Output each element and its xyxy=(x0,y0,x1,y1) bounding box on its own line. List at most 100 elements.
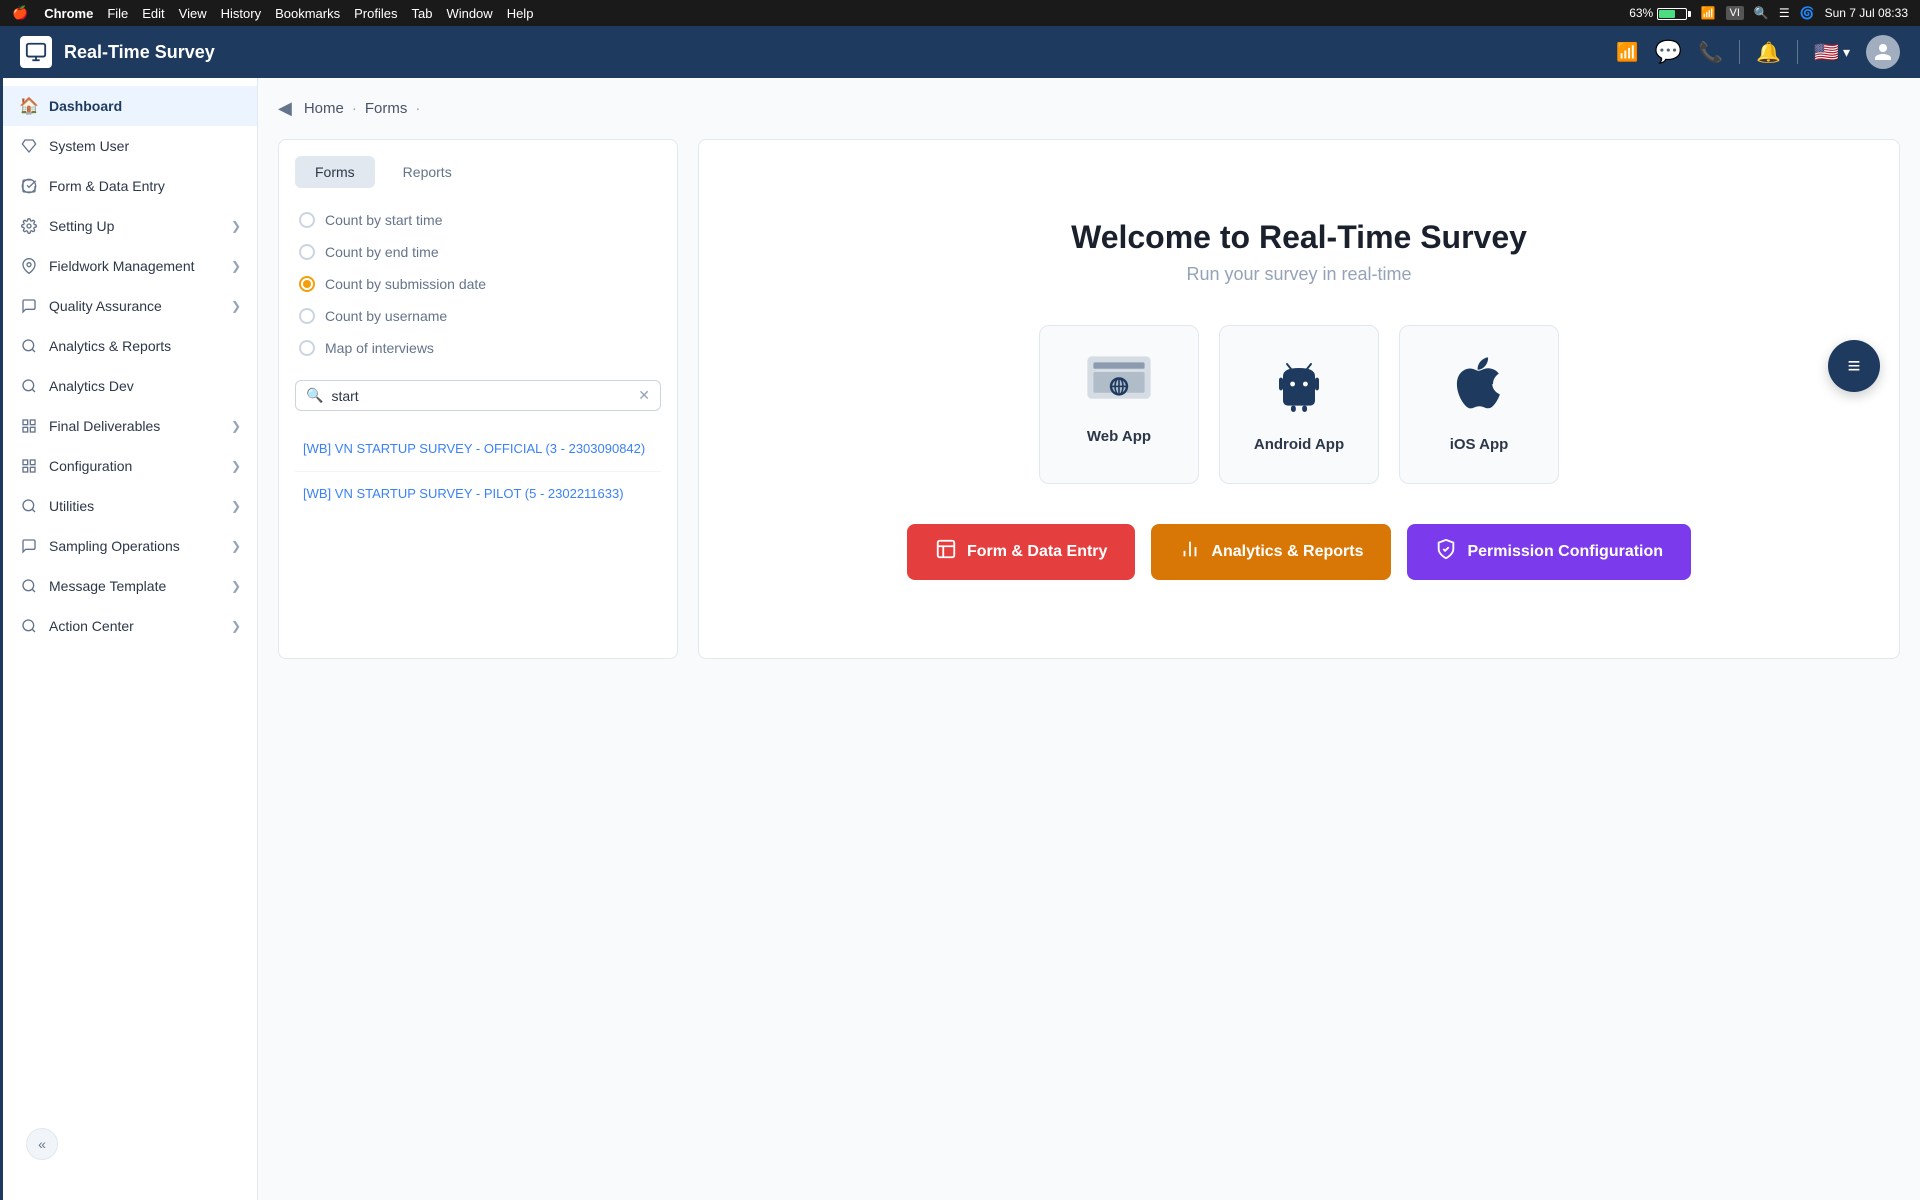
view-menu[interactable]: View xyxy=(179,6,207,21)
radio-circle-submission xyxy=(299,276,315,292)
wifi-icon: 📶 xyxy=(1701,6,1716,20)
sidebar-item-analytics[interactable]: Analytics & Reports xyxy=(0,326,257,366)
final-deliverables-icon xyxy=(19,416,39,436)
survey-item-2[interactable]: [WB] VN STARTUP SURVEY - PILOT (5 - 2302… xyxy=(295,472,661,516)
radio-submission-date[interactable]: Count by submission date xyxy=(295,268,661,300)
sidebar-item-system-user[interactable]: System User xyxy=(0,126,257,166)
sidebar-item-dashboard[interactable]: 🏠 Dashboard xyxy=(0,86,257,126)
chevron-right-icon-8: ❯ xyxy=(231,579,241,593)
permission-config-button[interactable]: Permission Configuration xyxy=(1407,524,1691,580)
sidebar-item-setting-up[interactable]: Setting Up ❯ xyxy=(0,206,257,246)
breadcrumb-home[interactable]: Home xyxy=(304,100,344,117)
sidebar-item-fieldwork[interactable]: Fieldwork Management ❯ xyxy=(0,246,257,286)
sidebar-item-sampling[interactable]: Sampling Operations ❯ xyxy=(0,526,257,566)
tab-forms[interactable]: Forms xyxy=(295,156,375,188)
siri-icon[interactable]: 🌀 xyxy=(1800,6,1815,20)
window-menu[interactable]: Window xyxy=(446,6,492,21)
apple-icon[interactable]: 🍎 xyxy=(12,5,28,21)
sidebar-item-form-data-entry[interactable]: Form & Data Entry xyxy=(0,166,257,206)
titlebar-separator-2 xyxy=(1797,40,1798,64)
sidebar-item-utilities[interactable]: Utilities ❯ xyxy=(0,486,257,526)
panel-tabs: Forms Reports xyxy=(295,156,661,188)
user-avatar[interactable] xyxy=(1866,35,1900,69)
bookmarks-menu[interactable]: Bookmarks xyxy=(275,6,340,21)
breadcrumb-forms[interactable]: Forms xyxy=(365,100,408,117)
search-input[interactable] xyxy=(331,388,630,404)
tab-menu[interactable]: Tab xyxy=(411,6,432,21)
clear-search-button[interactable]: ✕ xyxy=(638,387,650,404)
file-menu[interactable]: File xyxy=(107,6,128,21)
permission-config-label: Permission Configuration xyxy=(1467,543,1663,561)
form-data-entry-icon xyxy=(935,538,957,566)
chevron-right-icon-4: ❯ xyxy=(231,419,241,433)
ios-app-card[interactable]: iOS App xyxy=(1399,325,1559,484)
sidebar-collapse-button[interactable]: « xyxy=(26,1128,58,1160)
sidebar-label-configuration: Configuration xyxy=(49,458,221,474)
survey-item-1[interactable]: [WB] VN STARTUP SURVEY - OFFICIAL (3 - 2… xyxy=(295,427,661,472)
ios-app-icon xyxy=(1454,356,1504,424)
sidebar-item-quality[interactable]: Quality Assurance ❯ xyxy=(0,286,257,326)
dashboard-icon: 🏠 xyxy=(19,96,39,116)
app-titlebar: Real-Time Survey 📶 💬 📞 🔔 🇺🇸 ▾ xyxy=(0,26,1920,78)
main-layout: 🏠 Dashboard System User Form & Data Entr… xyxy=(0,78,1920,1200)
flag-dropdown[interactable]: 🇺🇸 ▾ xyxy=(1814,40,1850,65)
left-panel: Forms Reports Count by start time Count … xyxy=(278,139,678,659)
radio-end-time[interactable]: Count by end time xyxy=(295,236,661,268)
search-icon-menu[interactable]: 🔍 xyxy=(1754,6,1769,20)
radio-start-time[interactable]: Count by start time xyxy=(295,204,661,236)
profiles-menu[interactable]: Profiles xyxy=(354,6,397,21)
chevron-right-icon-6: ❯ xyxy=(231,499,241,513)
tab-reports[interactable]: Reports xyxy=(383,156,472,188)
analytics-reports-button[interactable]: Analytics & Reports xyxy=(1151,524,1391,580)
sidebar-item-configuration[interactable]: Configuration ❯ xyxy=(0,446,257,486)
content-area: ◀ Home · Forms · Forms Reports Count by … xyxy=(258,78,1920,1200)
help-menu[interactable]: Help xyxy=(507,6,534,21)
radio-circle-map xyxy=(299,340,315,356)
chevron-right-icon-9: ❯ xyxy=(231,619,241,633)
analytics-reports-label: Analytics & Reports xyxy=(1211,543,1363,561)
app-icon xyxy=(20,36,52,68)
sidebar-item-message[interactable]: Message Template ❯ xyxy=(0,566,257,606)
form-data-entry-label: Form & Data Entry xyxy=(967,543,1107,561)
breadcrumb-sep-1: · xyxy=(352,100,357,117)
fieldwork-icon xyxy=(19,256,39,276)
breadcrumb-back-button[interactable]: ◀ xyxy=(278,98,292,119)
sidebar-label-sampling: Sampling Operations xyxy=(49,538,221,554)
search-box: 🔍 ✕ xyxy=(295,380,661,411)
right-panel: Welcome to Real-Time Survey Run your sur… xyxy=(698,139,1900,659)
history-menu[interactable]: History xyxy=(221,6,261,21)
radio-map-interviews[interactable]: Map of interviews xyxy=(295,332,661,364)
sidebar-item-analytics-dev[interactable]: Analytics Dev xyxy=(0,366,257,406)
phone-icon[interactable]: 📞 xyxy=(1698,40,1723,65)
radio-username[interactable]: Count by username xyxy=(295,300,661,332)
form-data-entry-button[interactable]: Form & Data Entry xyxy=(907,524,1135,580)
app-cards: Web App xyxy=(1039,325,1559,484)
radio-label-start: Count by start time xyxy=(325,212,443,228)
android-app-icon xyxy=(1275,356,1323,424)
fab-menu-button[interactable]: ≡ xyxy=(1828,340,1880,392)
setting-up-icon xyxy=(19,216,39,236)
form-data-entry-icon xyxy=(19,176,39,196)
web-app-icon xyxy=(1087,356,1151,416)
android-app-card[interactable]: Android App xyxy=(1219,325,1379,484)
chrome-menu[interactable]: Chrome xyxy=(44,6,93,21)
web-app-card[interactable]: Web App xyxy=(1039,325,1199,484)
chevron-right-icon-5: ❯ xyxy=(231,459,241,473)
signal-icon[interactable]: 📶 xyxy=(1616,42,1638,63)
wechat-icon[interactable]: 💬 xyxy=(1655,39,1682,65)
sidebar-item-action-center[interactable]: Action Center ❯ xyxy=(0,606,257,646)
analytics-icon xyxy=(19,336,39,356)
vi-badge: VI xyxy=(1726,6,1744,20)
sidebar-item-final-deliverables[interactable]: Final Deliverables ❯ xyxy=(0,406,257,446)
chevron-right-icon-2: ❯ xyxy=(231,259,241,273)
notification-icon[interactable]: 🔔 xyxy=(1756,40,1781,65)
sidebar-label-final: Final Deliverables xyxy=(49,418,221,434)
android-app-label: Android App xyxy=(1254,436,1344,453)
control-center-icon[interactable]: ☰ xyxy=(1779,6,1790,20)
sampling-icon xyxy=(19,536,39,556)
content-grid: Forms Reports Count by start time Count … xyxy=(278,139,1900,659)
system-time: Sun 7 Jul 08:33 xyxy=(1825,6,1908,20)
radio-circle-username xyxy=(299,308,315,324)
radio-circle-start xyxy=(299,212,315,228)
edit-menu[interactable]: Edit xyxy=(142,6,164,21)
